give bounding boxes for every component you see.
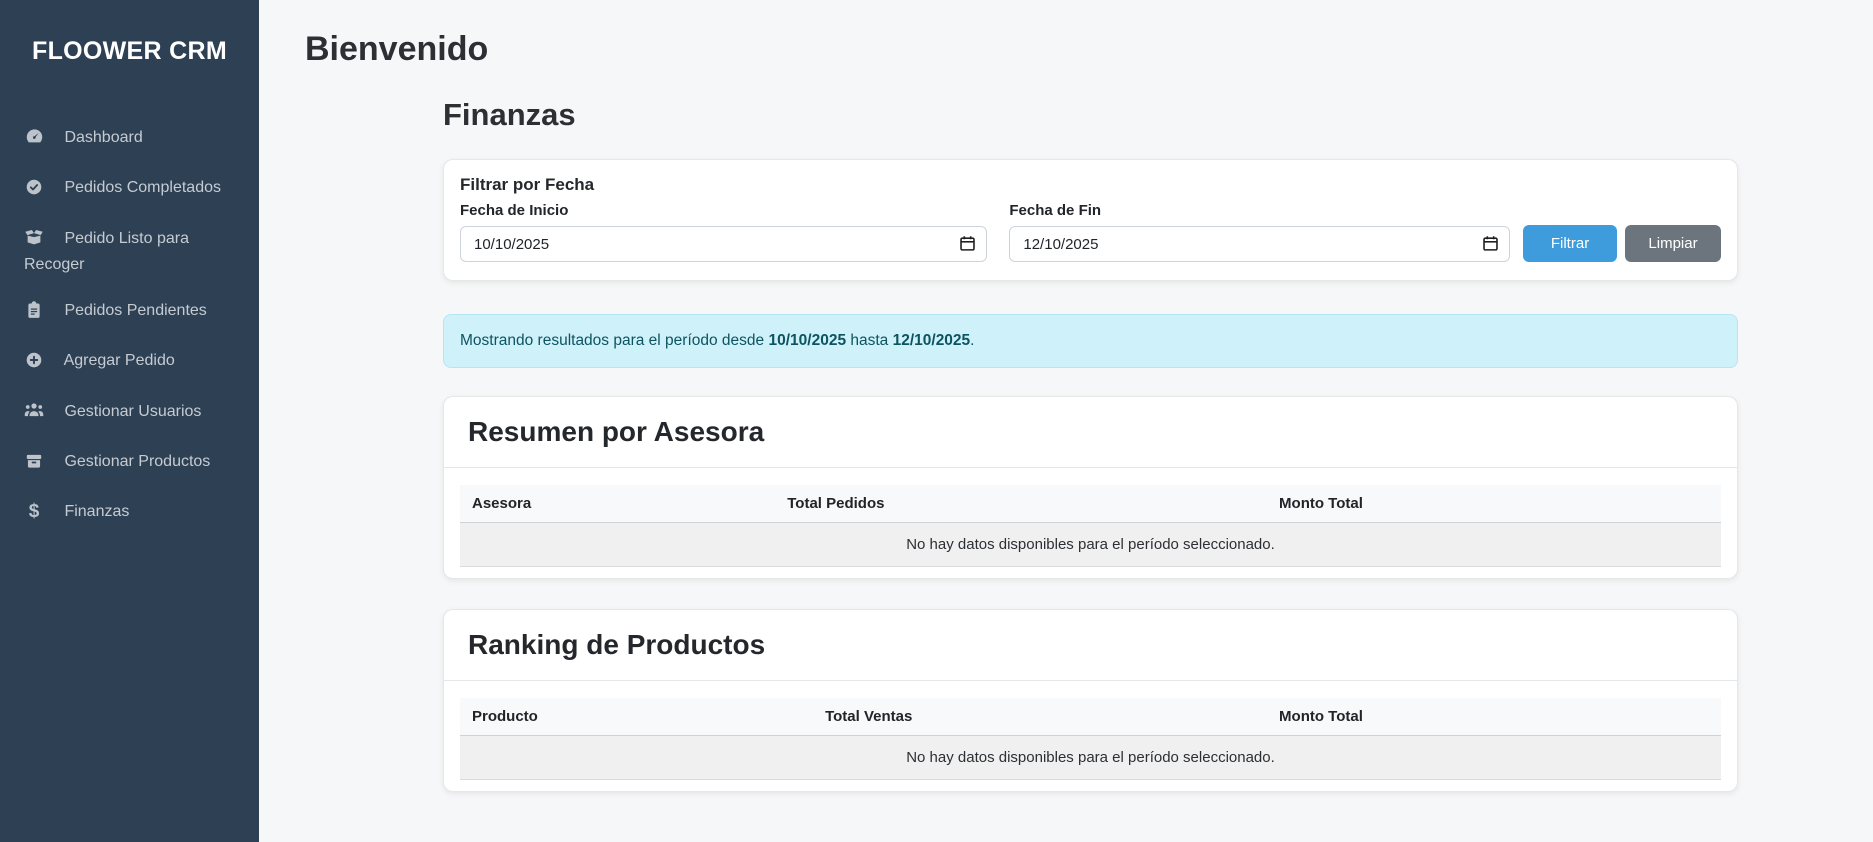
alert-text: Mostrando resultados para el período des… xyxy=(460,332,768,349)
date-filter-card: Filtrar por Fecha Fecha de Inicio Fecha … xyxy=(443,159,1738,281)
column-header-asesora: Asesora xyxy=(460,485,775,523)
sidebar-item-label: Gestionar Usuarios xyxy=(64,403,201,420)
ranking-table: Producto Total Ventas Monto Total No hay… xyxy=(460,698,1721,780)
start-date-input[interactable] xyxy=(460,226,987,262)
sidebar-nav: Dashboard Pedidos Completados Pedido Lis… xyxy=(0,115,259,535)
main-content: Bienvenido Finanzas Filtrar por Fecha Fe… xyxy=(259,0,1873,792)
column-header-monto-total: Monto Total xyxy=(1267,485,1721,523)
ranking-card-header: Ranking de Productos xyxy=(444,610,1737,681)
calendar-icon[interactable] xyxy=(1482,235,1499,252)
summary-table: Asesora Total Pedidos Monto Total No hay… xyxy=(460,485,1721,567)
sidebar-item-agregar-pedido[interactable]: Agregar Pedido xyxy=(0,338,259,388)
summary-card: Resumen por Asesora Asesora Total Pedido… xyxy=(443,396,1738,579)
results-period-alert: Mostrando resultados para el período des… xyxy=(443,314,1738,368)
app-brand: FLOOWER CRM xyxy=(0,0,259,66)
summary-card-body: Asesora Total Pedidos Monto Total No hay… xyxy=(444,468,1737,578)
end-date-label: Fecha de Fin xyxy=(1009,202,1510,219)
ranking-table-header-row: Producto Total Ventas Monto Total xyxy=(460,698,1721,736)
alert-text: hasta xyxy=(846,332,893,349)
sidebar-item-gestionar-productos[interactable]: Gestionar Productos xyxy=(0,439,259,489)
sidebar-item-pedidos-pendientes[interactable]: Pedidos Pendientes xyxy=(0,288,259,338)
ranking-card: Ranking de Productos Producto Total Vent… xyxy=(443,609,1738,792)
sidebar: FLOOWER CRM Dashboard Pedidos Completado… xyxy=(0,0,259,842)
sidebar-item-label: Dashboard xyxy=(64,129,142,146)
summary-card-header: Resumen por Asesora xyxy=(444,397,1737,468)
sidebar-item-pedidos-completados[interactable]: Pedidos Completados xyxy=(0,165,259,215)
sidebar-item-label: Pedidos Pendientes xyxy=(64,302,206,319)
plus-circle-icon xyxy=(24,351,44,376)
column-header-total-pedidos: Total Pedidos xyxy=(775,485,1267,523)
summary-title: Resumen por Asesora xyxy=(468,416,1713,448)
alert-start-date: 10/10/2025 xyxy=(768,332,846,349)
page-title: Bienvenido xyxy=(305,30,1873,69)
clear-button[interactable]: Limpiar xyxy=(1625,225,1721,262)
ranking-title: Ranking de Productos xyxy=(468,629,1713,661)
sidebar-item-label: Gestionar Productos xyxy=(64,453,210,470)
ranking-card-body: Producto Total Ventas Monto Total No hay… xyxy=(444,681,1737,791)
calendar-icon[interactable] xyxy=(959,235,976,252)
column-header-producto: Producto xyxy=(460,698,813,736)
start-date-label: Fecha de Inicio xyxy=(460,202,987,219)
sidebar-item-label: Agregar Pedido xyxy=(64,352,175,369)
open-box-icon xyxy=(24,227,44,254)
filter-title: Filtrar por Fecha xyxy=(460,175,1721,195)
end-date-field: Fecha de Fin xyxy=(1009,202,1510,262)
sidebar-item-label: Pedidos Completados xyxy=(64,179,221,196)
summary-empty-row: No hay datos disponibles para el período… xyxy=(460,523,1721,567)
column-header-total-ventas: Total Ventas xyxy=(813,698,1267,736)
users-icon xyxy=(24,400,44,427)
filter-button[interactable]: Filtrar xyxy=(1523,225,1617,262)
section-title: Finanzas xyxy=(443,97,1738,133)
speedometer-icon xyxy=(24,127,44,153)
alert-text: . xyxy=(970,332,974,349)
dollar-icon: $ xyxy=(24,501,44,523)
clipboard-icon xyxy=(24,301,44,326)
sidebar-item-finanzas[interactable]: $ Finanzas xyxy=(0,489,259,535)
sidebar-item-gestionar-usuarios[interactable]: Gestionar Usuarios xyxy=(0,388,259,439)
start-date-field: Fecha de Inicio xyxy=(460,202,987,262)
end-date-input[interactable] xyxy=(1009,226,1510,262)
ranking-empty-row: No hay datos disponibles para el período… xyxy=(460,736,1721,780)
sidebar-item-label: Pedido Listo para Recoger xyxy=(24,230,189,273)
box-icon xyxy=(24,452,44,477)
column-header-monto-total: Monto Total xyxy=(1267,698,1721,736)
summary-table-header-row: Asesora Total Pedidos Monto Total xyxy=(460,485,1721,523)
ranking-empty-message: No hay datos disponibles para el período… xyxy=(460,736,1721,780)
filter-row: Fecha de Inicio Fecha de Fin Filtrar Lim… xyxy=(460,202,1721,262)
alert-end-date: 12/10/2025 xyxy=(893,332,971,349)
sidebar-item-pedido-listo[interactable]: Pedido Listo para Recoger xyxy=(0,215,259,288)
sidebar-item-label: Finanzas xyxy=(64,503,129,520)
sidebar-item-dashboard[interactable]: Dashboard xyxy=(0,115,259,165)
check-circle-icon xyxy=(24,178,44,203)
finanzas-section: Finanzas Filtrar por Fecha Fecha de Inic… xyxy=(443,97,1738,792)
summary-empty-message: No hay datos disponibles para el período… xyxy=(460,523,1721,567)
